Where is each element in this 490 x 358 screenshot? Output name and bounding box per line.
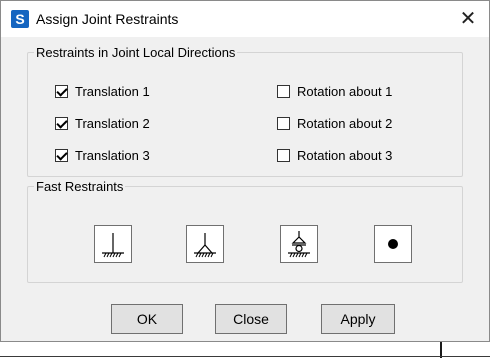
translation-3-checkbox[interactable]: Translation 3 [55,146,150,164]
free-joint-button[interactable] [374,225,412,263]
translation-2-label: Translation 2 [75,115,150,131]
checkbox-box[interactable] [55,84,68,98]
pinned-support-icon [194,233,216,258]
background-drawing-line [0,356,490,357]
title-bar: S Assign Joint Restraints ✕ [1,1,489,37]
apply-button[interactable]: Apply [321,304,395,334]
rotation-3-checkbox[interactable]: Rotation about 3 [277,146,392,164]
translation-1-label: Translation 1 [75,83,150,99]
ok-button[interactable]: OK [111,304,183,334]
checkbox-box[interactable] [277,116,290,130]
fixed-support-button[interactable] [94,225,132,263]
assign-joint-restraints-dialog: S Assign Joint Restraints ✕ Restraints i… [0,0,490,342]
translation-1-checkbox[interactable]: Translation 1 [55,82,150,100]
app-logo-icon: S [11,10,29,28]
rotation-2-checkbox[interactable]: Rotation about 2 [277,114,392,132]
rotation-3-label: Rotation about 3 [297,147,393,163]
close-button[interactable]: Close [215,304,287,334]
checkbox-box[interactable] [55,116,68,130]
window-title: Assign Joint Restraints [36,11,179,27]
fast-restraints-legend: Fast Restraints [36,179,124,194]
fixed-support-icon [102,233,124,258]
free-joint-icon [388,239,398,249]
rotation-1-label: Rotation about 1 [297,83,393,99]
restraints-legend: Restraints in Joint Local Directions [36,45,236,60]
translation-2-checkbox[interactable]: Translation 2 [55,114,150,132]
rotation-2-label: Rotation about 2 [297,115,393,131]
checkbox-box[interactable] [277,148,290,162]
roller-support-button[interactable] [280,225,318,263]
roller-support-icon [288,231,310,258]
pinned-support-button[interactable] [186,225,224,263]
rotation-1-checkbox[interactable]: Rotation about 1 [277,82,392,100]
checkbox-box[interactable] [277,84,290,98]
checkbox-box[interactable] [55,148,68,162]
close-icon[interactable]: ✕ [453,5,483,33]
translation-3-label: Translation 3 [75,147,150,163]
